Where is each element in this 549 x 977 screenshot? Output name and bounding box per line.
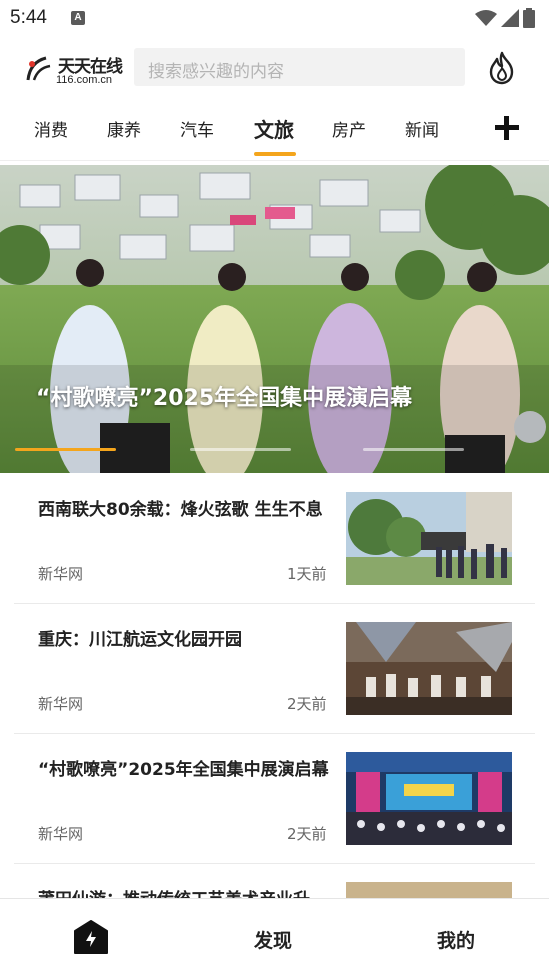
news-item[interactable]: 重庆：川江航运文化园开园 新华网 2天前 (14, 604, 535, 734)
news-time: 2天前 (287, 695, 327, 713)
news-item[interactable]: 莆田仙游：推动传统工艺美术产业升 (14, 864, 535, 898)
carousel-dot[interactable] (190, 448, 291, 451)
news-source: 新华网 (38, 825, 84, 843)
signal-icon (501, 9, 519, 27)
banner-carousel[interactable]: “村歌嘹亮”2025年全国集中展演启幕 (0, 165, 549, 473)
news-thumbnail (346, 752, 512, 845)
header: 天天在线 116.com.cn 搜索感兴趣的内容 (0, 36, 549, 100)
tab-culture-travel[interactable]: 文旅 (254, 114, 294, 143)
news-thumbnail (346, 882, 512, 898)
news-title: “村歌嘹亮”2025年全国集中展演启幕 (38, 760, 329, 780)
tab-news[interactable]: 新闻 (405, 116, 439, 141)
notification-icon: A (71, 11, 85, 25)
carousel-dot-active[interactable] (15, 448, 116, 451)
tab-realestate[interactable]: 房产 (332, 116, 366, 141)
news-thumbnail (346, 622, 512, 715)
tab-auto[interactable]: 汽车 (180, 116, 214, 141)
status-time: 5:44 (10, 7, 47, 28)
active-tab-indicator (254, 152, 296, 156)
search-placeholder: 搜索感兴趣的内容 (148, 62, 284, 82)
nav-discover[interactable]: 发现 (254, 926, 292, 953)
battery-icon (523, 8, 535, 28)
news-source: 新华网 (38, 695, 84, 713)
news-thumbnail (346, 492, 512, 585)
banner-title: “村歌嘹亮”2025年全国集中展演启幕 (36, 386, 413, 411)
search-input[interactable]: 搜索感兴趣的内容 (134, 48, 465, 86)
app-logo[interactable]: 天天在线 116.com.cn (24, 50, 128, 88)
banner-image (0, 165, 549, 473)
tab-health[interactable]: 康养 (107, 116, 141, 141)
news-title: 重庆：川江航运文化园开园 (38, 630, 242, 650)
news-list: 西南联大80余载：烽火弦歌 生生不息 新华网 1天前 重庆：川江航运文化园开园 … (0, 474, 549, 898)
news-title: 西南联大80余载：烽火弦歌 生生不息 (38, 500, 323, 520)
category-tabs: 消费 康养 汽车 文旅 房产 新闻 (0, 100, 549, 161)
news-time: 1天前 (287, 565, 327, 583)
logo-domain: 116.com.cn (56, 74, 113, 86)
news-time: 2天前 (287, 825, 327, 843)
flame-icon[interactable] (485, 50, 519, 86)
bottom-nav: 发现 我的 (0, 898, 549, 977)
news-source: 新华网 (38, 565, 84, 583)
home-icon[interactable] (73, 919, 109, 955)
wifi-icon (475, 10, 497, 26)
plus-icon[interactable] (494, 115, 520, 141)
news-title: 莆田仙游：推动传统工艺美术产业升 (38, 888, 330, 898)
nav-mine[interactable]: 我的 (437, 926, 475, 953)
carousel-dot[interactable] (363, 448, 464, 451)
status-bar: 5:44 A (0, 0, 549, 36)
status-icons (475, 8, 535, 28)
news-item[interactable]: “村歌嘹亮”2025年全国集中展演启幕 新华网 2天前 (14, 734, 535, 864)
news-item[interactable]: 西南联大80余载：烽火弦歌 生生不息 新华网 1天前 (14, 474, 535, 604)
tab-consumption[interactable]: 消费 (34, 116, 68, 141)
logo-mark-icon (26, 56, 51, 81)
